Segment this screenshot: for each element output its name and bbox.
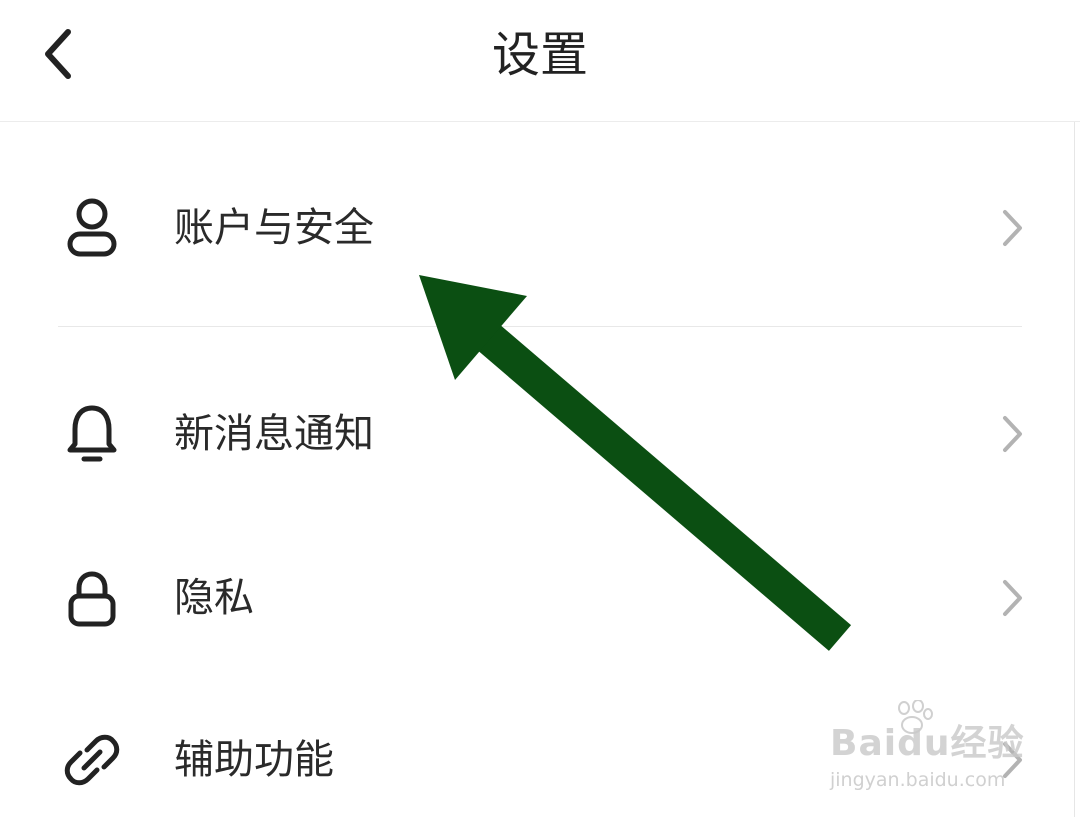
link-icon (56, 724, 128, 796)
settings-item-label: 账户与安全 (174, 205, 374, 251)
settings-item-label: 辅助功能 (174, 737, 334, 783)
user-icon (56, 192, 128, 264)
chevron-right-icon (990, 738, 1034, 782)
settings-item-notifications[interactable]: 新消息通知 (0, 378, 1074, 490)
page-title: 设置 (491, 27, 588, 83)
settings-item-label: 隐私 (174, 575, 254, 621)
settings-item-label: 新消息通知 (174, 411, 374, 457)
settings-item-accessibility[interactable]: 辅助功能 (0, 704, 1074, 816)
arrow-head-icon (419, 275, 527, 380)
chevron-right-icon (990, 412, 1034, 456)
bell-icon (56, 398, 128, 470)
scroll-edge (1074, 122, 1075, 817)
divider (58, 326, 1022, 327)
chevron-right-icon (990, 206, 1034, 250)
settings-item-privacy[interactable]: 隐私 (0, 542, 1074, 654)
chevron-right-icon (990, 576, 1034, 620)
top-bar: 设置 (0, 0, 1080, 122)
settings-item-account-security[interactable]: 账户与安全 (0, 172, 1074, 284)
lock-icon (56, 562, 128, 634)
